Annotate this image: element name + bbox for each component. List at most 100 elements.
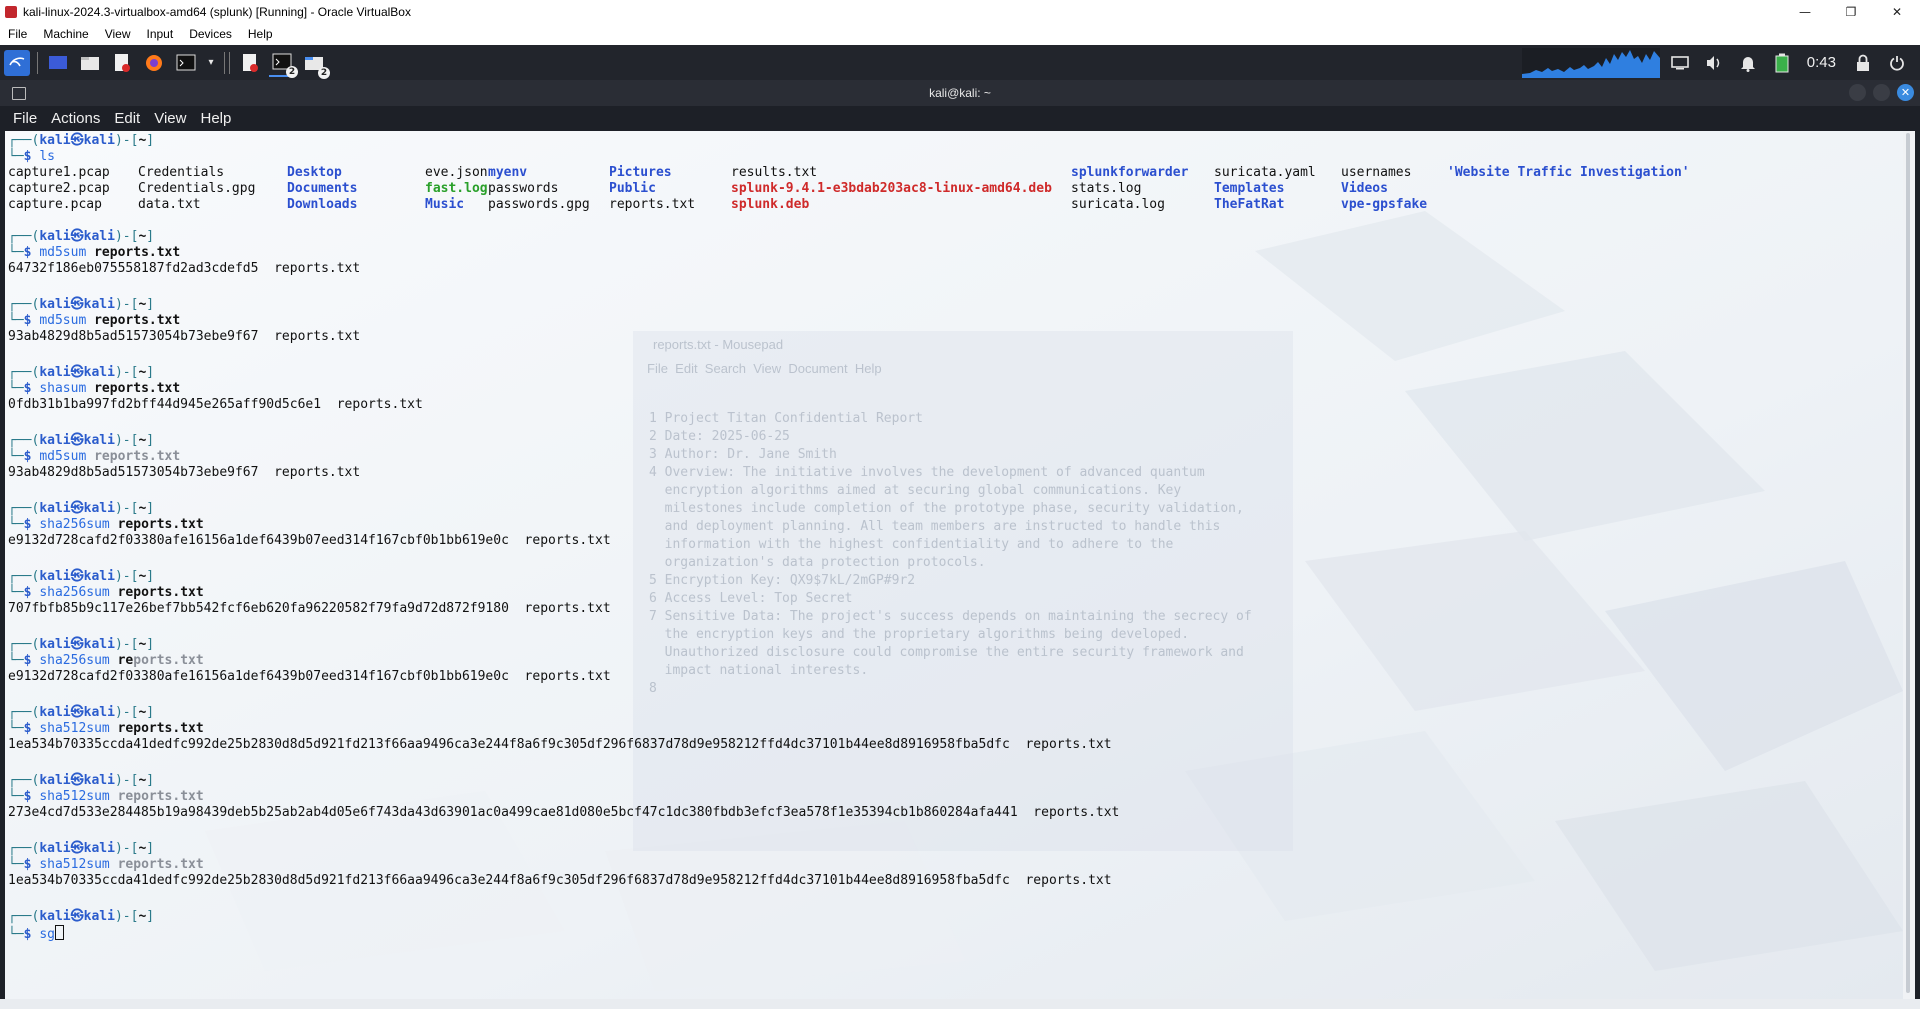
prompt-line: ┌──(kali㉿kali)-[~] xyxy=(8,841,154,857)
terminal-maximize-button[interactable] xyxy=(1873,84,1890,101)
terminal-title: kali@kali: ~ xyxy=(929,86,991,100)
prompt-decoration: └─ xyxy=(8,313,24,328)
prompt-decoration: ┌──( xyxy=(8,569,40,584)
editor-task-icon[interactable] xyxy=(237,50,263,76)
ghost-editor-menu: File Edit Search View Document Help xyxy=(647,361,882,376)
vbox-window-title: kali-linux-2024.3-virtualbox-amd64 (splu… xyxy=(23,4,411,19)
prompt-decoration: └─ xyxy=(8,449,24,464)
prompt-at-symbol: ㉿ xyxy=(70,909,84,924)
prompt-at-symbol: ㉿ xyxy=(70,705,84,720)
prompt-user: kali xyxy=(39,569,71,584)
prompt-host: kali xyxy=(83,501,115,516)
ghost-editor-line: 3 Author: Dr. Jane Smith xyxy=(649,447,837,462)
terminal-minimize-button[interactable] xyxy=(1849,84,1866,101)
prompt-line: ┌──(kali㉿kali)-[~] xyxy=(8,773,154,789)
terminal-output[interactable]: reports.txt - Mousepad File Edit Search … xyxy=(5,131,1903,999)
prompt-user: kali xyxy=(39,841,71,856)
prompt-decoration: )-[ xyxy=(114,909,139,924)
ghost-editor-title: reports.txt - Mousepad xyxy=(653,337,784,352)
command-space xyxy=(86,381,94,396)
prompt-at-symbol: ㉿ xyxy=(70,841,84,856)
vbox-menu-help[interactable]: Help xyxy=(240,27,281,41)
prompt-line: ┌──(kali㉿kali)-[~] xyxy=(8,501,154,517)
guest-display: ▾ 2 2 0:43 kali@kali: ~ ✕ File Actions E… xyxy=(0,45,1920,1009)
vbox-menu-machine[interactable]: Machine xyxy=(35,27,96,41)
command-output: 273e4cd7d533e284485b19a98439deb5b25ab2ab… xyxy=(8,805,1119,821)
virtualbox-icon xyxy=(5,5,17,18)
prompt-host: kali xyxy=(83,433,115,448)
terminal-menu-actions[interactable]: Actions xyxy=(44,110,107,127)
ls-entry: 'Website Traffic Investigation' xyxy=(1447,165,1690,180)
vbox-menu-devices[interactable]: Devices xyxy=(181,27,240,41)
kali-menu-icon[interactable] xyxy=(4,49,30,76)
command-name: sha256sum xyxy=(39,653,110,668)
prompt-dollar: $ xyxy=(23,313,40,328)
command-space xyxy=(86,245,94,260)
prompt-decoration: ┌──( xyxy=(8,909,40,924)
terminal-task-icon[interactable]: 2 xyxy=(269,49,298,78)
ls-entry: TheFatRat xyxy=(1214,197,1285,212)
minimize-button[interactable]: — xyxy=(1782,0,1828,23)
prompt-decoration: ┌──( xyxy=(8,501,40,516)
command-argument: reports.txt xyxy=(94,245,181,260)
terminal-count-badge: 2 xyxy=(286,65,298,78)
ls-entry: data.txt xyxy=(138,197,201,212)
terminal-menu-help[interactable]: Help xyxy=(193,110,238,127)
ls-entry: capture.pcap xyxy=(8,197,102,212)
prompt-decoration: )-[ xyxy=(114,705,139,720)
prompt-host: kali xyxy=(83,569,115,584)
chevron-down-icon[interactable]: ▾ xyxy=(205,50,217,76)
text-cursor xyxy=(54,925,64,940)
prompt-at-symbol: ㉿ xyxy=(70,433,84,448)
notification-bell-icon[interactable] xyxy=(1736,51,1760,75)
terminal-titlebar[interactable]: kali@kali: ~ ✕ xyxy=(0,80,1920,106)
prompt-dollar: $ xyxy=(23,653,40,668)
command-line: └─$ ls xyxy=(8,149,55,165)
vbox-menu-file[interactable]: File xyxy=(0,27,35,41)
ghost-editor-window: reports.txt - Mousepad File Edit Search … xyxy=(633,331,1293,851)
text-editor-icon[interactable] xyxy=(109,50,135,76)
ls-entry: passwords.gpg xyxy=(488,197,590,212)
ls-entry: myenv xyxy=(488,165,528,180)
battery-icon[interactable] xyxy=(1770,51,1794,75)
scrollbar-thumb[interactable] xyxy=(1906,133,1910,993)
prompt-user: kali xyxy=(39,637,71,652)
firefox-icon[interactable] xyxy=(141,50,167,76)
prompt-decoration: )-[ xyxy=(114,365,139,380)
vbox-menu-view[interactable]: View xyxy=(97,27,139,41)
prompt-user: kali xyxy=(39,433,71,448)
prompt-line: ┌──(kali㉿kali)-[~] xyxy=(8,637,154,653)
prompt-host: kali xyxy=(83,637,115,652)
lock-icon[interactable] xyxy=(1851,51,1875,75)
prompt-line: ┌──(kali㉿kali)-[~] xyxy=(8,433,154,449)
terminal-launcher-icon[interactable] xyxy=(173,50,199,76)
terminal-close-button[interactable]: ✕ xyxy=(1897,84,1914,101)
command-space xyxy=(110,653,118,668)
prompt-dollar: $ xyxy=(23,149,40,164)
close-button[interactable]: ✕ xyxy=(1874,0,1920,23)
terminal-menu-view[interactable]: View xyxy=(147,110,193,127)
display-icon[interactable] xyxy=(1668,51,1692,75)
ls-entry: Desktop xyxy=(287,165,342,180)
vbox-menu-input[interactable]: Input xyxy=(139,27,182,41)
command-argument: reports.txt xyxy=(117,721,204,736)
prompt-decoration: ┌──( xyxy=(8,229,40,244)
xfce-panel: ▾ 2 2 0:43 xyxy=(0,45,1920,80)
volume-icon[interactable] xyxy=(1702,51,1726,75)
prompt-user: kali xyxy=(39,133,71,148)
prompt-dollar: $ xyxy=(23,721,40,736)
prompt-at-symbol: ㉿ xyxy=(70,501,84,516)
files-task-icon[interactable]: 2 xyxy=(301,50,330,79)
terminal-menu-edit[interactable]: Edit xyxy=(107,110,147,127)
show-desktop-icon[interactable] xyxy=(45,50,71,76)
ls-entry: splunkforwarder xyxy=(1071,165,1189,180)
panel-clock[interactable]: 0:43 xyxy=(1807,54,1836,71)
maximize-button[interactable]: ❐ xyxy=(1828,0,1874,23)
terminal-menu-file[interactable]: File xyxy=(6,110,44,127)
file-manager-icon[interactable] xyxy=(77,50,103,76)
command-output: 93ab4829d8b5ad51573054b73ebe9f67 reports… xyxy=(8,465,360,481)
files-count-badge: 2 xyxy=(318,66,330,79)
prompt-decoration: └─ xyxy=(8,721,24,736)
power-icon[interactable] xyxy=(1885,51,1909,75)
prompt-decoration: )-[ xyxy=(114,569,139,584)
